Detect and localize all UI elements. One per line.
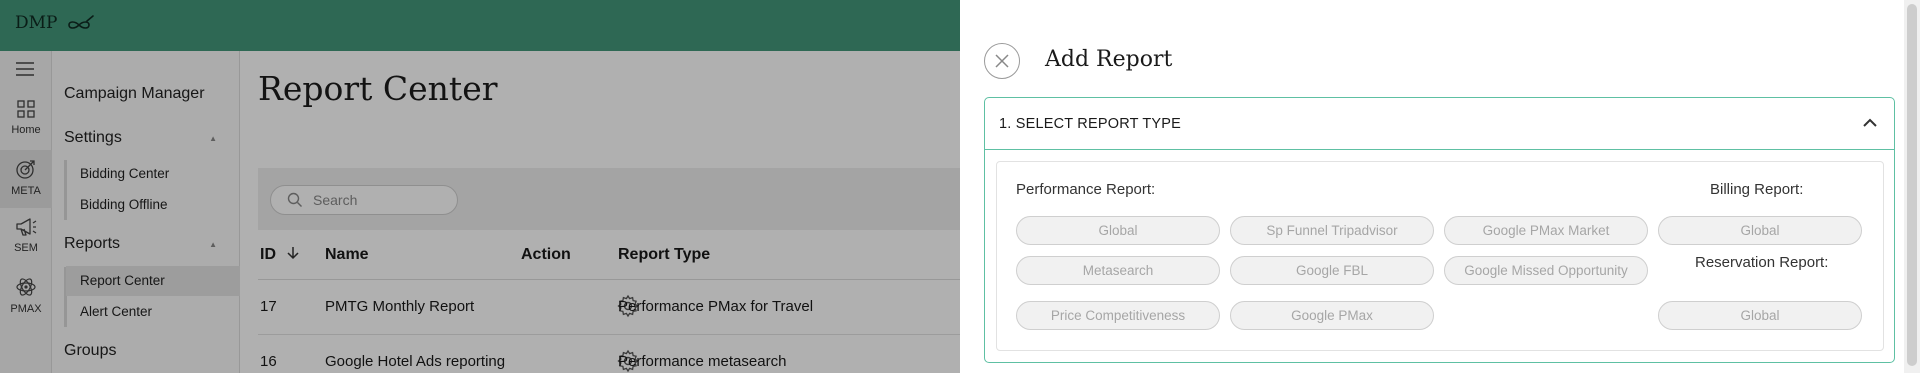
modal-backdrop[interactable] <box>0 0 960 373</box>
option-chip-sp-funnel-tripadvisor[interactable]: Sp Funnel Tripadvisor <box>1230 216 1434 245</box>
option-chip-google-missed-opportunity[interactable]: Google Missed Opportunity <box>1444 256 1648 285</box>
close-button[interactable] <box>984 43 1020 79</box>
option-chip-metasearch[interactable]: Metasearch <box>1016 256 1220 285</box>
close-icon <box>995 54 1009 68</box>
option-chip-billing-global[interactable]: Global <box>1658 216 1862 245</box>
option-chip-google-fbl[interactable]: Google FBL <box>1230 256 1434 285</box>
panel-header[interactable]: 1. SELECT REPORT TYPE <box>985 98 1894 150</box>
billing-report-label: Billing Report: <box>1710 181 1804 198</box>
option-chip-global[interactable]: Global <box>1016 216 1220 245</box>
scrollbar-thumb[interactable] <box>1907 4 1917 366</box>
report-type-options: Performance Report: Billing Report: Rese… <box>996 161 1884 351</box>
drawer-title: Add Report <box>1045 47 1173 72</box>
section-label: 1. SELECT REPORT TYPE <box>999 116 1182 132</box>
option-chip-google-pmax-market[interactable]: Google PMax Market <box>1444 216 1648 245</box>
option-chip-price-competitiveness[interactable]: Price Competitiveness <box>1016 301 1220 330</box>
option-chip-reservation-global[interactable]: Global <box>1658 301 1862 330</box>
chevron-up-icon[interactable] <box>1862 117 1878 129</box>
reservation-report-label: Reservation Report: <box>1695 254 1829 271</box>
select-report-type-panel: 1. SELECT REPORT TYPE Performance Report… <box>984 97 1895 363</box>
performance-report-label: Performance Report: <box>1016 181 1156 198</box>
option-chip-google-pmax[interactable]: Google PMax <box>1230 301 1434 330</box>
add-report-drawer: Add Report 1. SELECT REPORT TYPE Perform… <box>960 0 1920 373</box>
vertical-scrollbar[interactable] <box>1904 0 1920 373</box>
